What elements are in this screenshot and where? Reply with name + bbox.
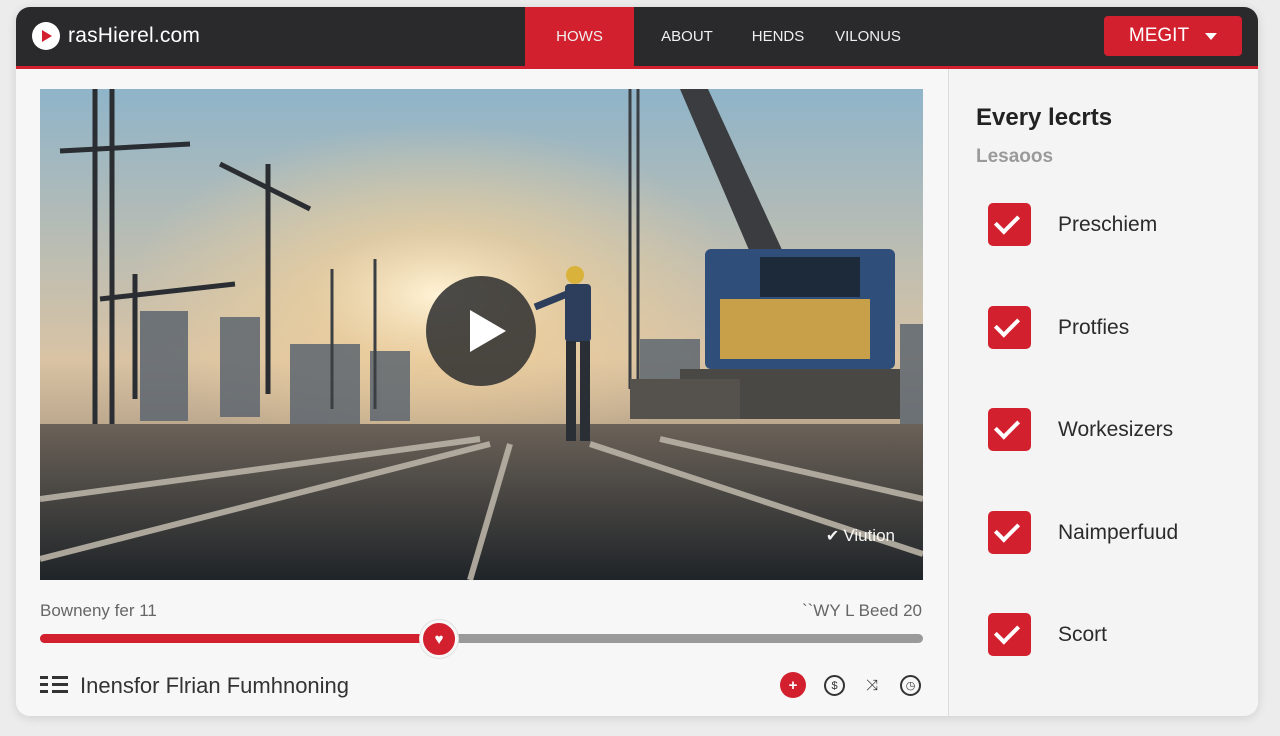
heart-icon: ♥ <box>434 630 444 648</box>
player-controls: Inensfor Flrian Fumhnoning + $ ⤨ ◷ <box>40 669 923 701</box>
plus-icon[interactable]: + <box>780 672 806 698</box>
lesson-item-scort[interactable]: Scort <box>988 613 1107 656</box>
progress-slider[interactable]: ♥ <box>40 620 923 658</box>
video-watermark: ✔ Viution <box>826 526 895 546</box>
nav-item-about[interactable]: ABOUT <box>634 7 740 66</box>
menu-button-label: MEGIT <box>1128 25 1190 46</box>
sidebar-subtitle: Lesaoos <box>976 146 1054 167</box>
video-title: Inensfor Flrian Fumhnoning <box>80 673 350 698</box>
lesson-label: Scort <box>1058 622 1108 646</box>
dollar-icon[interactable]: $ <box>824 675 845 696</box>
checkbox-icon[interactable] <box>988 613 1031 656</box>
lesson-item-workesizers[interactable]: Workesizers <box>988 408 1173 451</box>
main-nav: HOWS ABOUT HENDS VILONUS <box>525 7 920 66</box>
lesson-label: Protfies <box>1058 315 1130 339</box>
menu-dropdown-button[interactable]: MEGIT <box>1104 16 1242 56</box>
video-frame[interactable]: ✔ Viution <box>40 89 923 580</box>
nav-item-vilonus[interactable]: VILONUS <box>816 7 920 66</box>
play-logo-icon <box>32 22 60 50</box>
app-window: rasHierel.com HOWS ABOUT HENDS VILONUS M… <box>16 7 1258 716</box>
logo-text: rasHierel.com <box>68 24 201 47</box>
checkbox-icon[interactable] <box>988 203 1031 246</box>
progress-played <box>40 634 440 643</box>
video-player-section: ✔ Viution Bowneny fer 11 ``WY L Beed 20 … <box>16 69 948 716</box>
lesson-label: Workesizers <box>1058 417 1174 441</box>
checkbox-icon[interactable] <box>988 511 1031 554</box>
nav-item-hends[interactable]: HENDS <box>740 7 816 66</box>
checkbox-icon[interactable] <box>988 306 1031 349</box>
checkbox-icon[interactable] <box>988 408 1031 451</box>
list-icon[interactable] <box>40 674 68 696</box>
site-logo[interactable]: rasHierel.com <box>32 22 200 50</box>
lesson-label: Preschiem <box>1058 212 1158 236</box>
lesson-label: Naimperfuud <box>1058 520 1179 544</box>
lesson-item-protfies[interactable]: Protfies <box>988 306 1129 349</box>
elapsed-time-label: Bowneny fer 11 <box>40 601 157 620</box>
sidebar-title: Every lecrts <box>976 104 1113 131</box>
lesson-item-preschiem[interactable]: Preschiem <box>988 203 1157 246</box>
caret-down-icon <box>1205 32 1218 40</box>
progress-thumb[interactable]: ♥ <box>420 620 459 658</box>
watermark-text: Viution <box>843 526 895 545</box>
top-navigation-bar: rasHierel.com HOWS ABOUT HENDS VILONUS M… <box>16 7 1258 66</box>
verified-icon: ✔ <box>825 528 840 545</box>
share-icon[interactable]: ⤨ <box>859 672 885 698</box>
clock-icon[interactable]: ◷ <box>900 675 921 696</box>
remaining-time-label: ``WY L Beed 20 <box>801 601 922 620</box>
lessons-sidebar: Every lecrts Lesaoos Preschiem Protfies … <box>948 69 1258 716</box>
lesson-item-naimperfuud[interactable]: Naimperfuud <box>988 511 1178 554</box>
play-button[interactable] <box>426 276 536 386</box>
nav-item-hows[interactable]: HOWS <box>525 7 634 66</box>
